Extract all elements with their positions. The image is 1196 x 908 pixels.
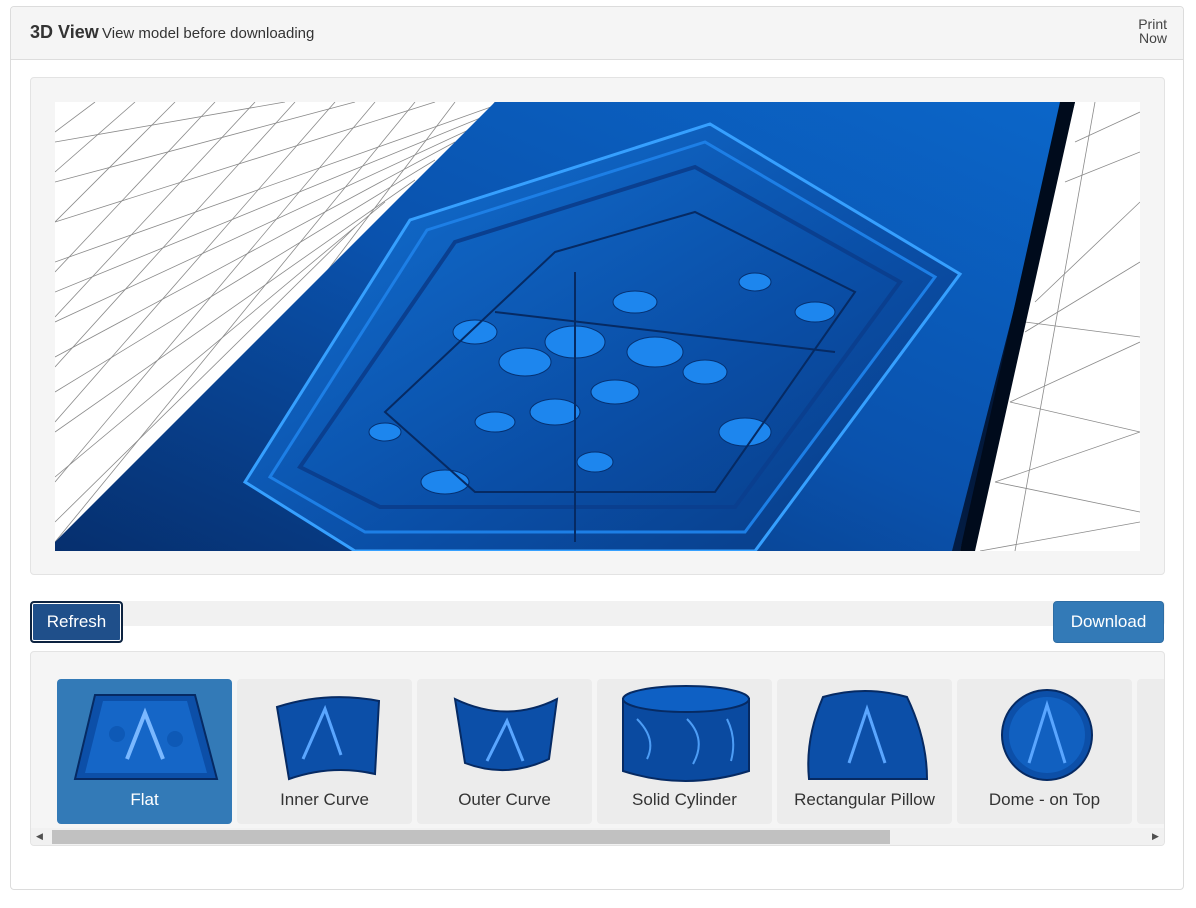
shape-option-flat[interactable]: Flat — [57, 679, 232, 824]
shape-option-dome-on-top[interactable]: Dome - on Top — [957, 679, 1132, 824]
shape-label: Rectangular Pillow — [794, 790, 935, 809]
shape-option-next[interactable] — [1137, 679, 1164, 824]
scrollbar-thumb[interactable] — [52, 830, 890, 844]
horizontal-scrollbar[interactable]: ◀ ▶ — [31, 828, 1164, 845]
panel-subtitle: View model before downloading — [102, 25, 315, 42]
scroll-left-icon[interactable]: ◀ — [31, 828, 48, 845]
dome-shape-thumbnail — [1001, 689, 1093, 781]
flat-shape-thumbnail — [73, 694, 219, 780]
rectangular-pillow-shape-thumbnail — [807, 690, 929, 780]
model-viewer-well — [30, 77, 1165, 575]
shape-selector: Flat Inner Curve Outer Curve Solid Cylin… — [30, 651, 1165, 846]
shape-option-solid-cylinder[interactable]: Solid Cylinder — [597, 679, 772, 824]
shape-label: Inner Curve — [280, 790, 369, 809]
shape-option-rectangular-pillow[interactable]: Rectangular Pillow — [777, 679, 952, 824]
panel-header: 3D View View model before downloading Pr… — [11, 7, 1183, 60]
3d-model-canvas[interactable] — [55, 102, 1140, 551]
inner-curve-shape-thumbnail — [275, 696, 381, 781]
print-now-link[interactable]: Print Now — [1127, 17, 1167, 45]
shape-option-inner-curve[interactable]: Inner Curve — [237, 679, 412, 824]
scroll-right-icon[interactable]: ▶ — [1147, 828, 1164, 845]
shape-label: Flat — [130, 790, 159, 809]
refresh-button[interactable]: Refresh — [30, 601, 123, 643]
3d-model-render — [55, 102, 1140, 551]
panel-title: 3D View — [30, 22, 99, 42]
shape-label: Solid Cylinder — [632, 790, 737, 809]
shape-option-outer-curve[interactable]: Outer Curve — [417, 679, 592, 824]
outer-curve-shape-thumbnail — [453, 697, 559, 772]
toolbar-strip — [30, 601, 1165, 626]
shape-label: Outer Curve — [458, 790, 551, 809]
solid-cylinder-shape-thumbnail — [622, 685, 750, 782]
shape-label: Dome - on Top — [988, 790, 1101, 809]
download-button[interactable]: Download — [1053, 601, 1164, 643]
